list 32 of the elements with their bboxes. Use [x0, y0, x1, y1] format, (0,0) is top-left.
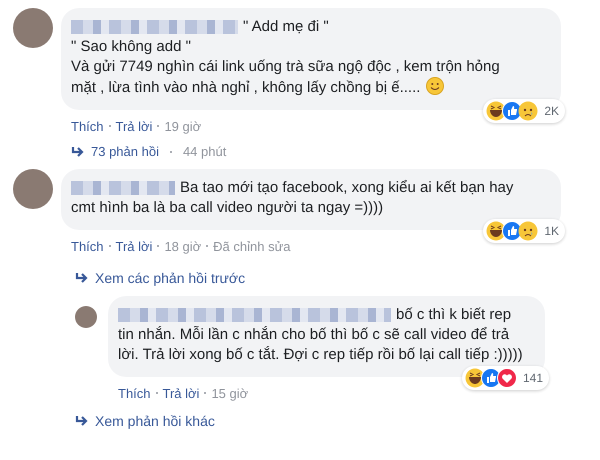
comment-text: " Add mẹ đi "	[71, 17, 527, 37]
sad-emoji-icon	[518, 101, 538, 121]
replies-link[interactable]: 73 phản hồi	[91, 144, 159, 159]
reaction-summary[interactable]: 1K	[483, 219, 565, 243]
comment-text: bố c thì k biết rep tin nhắn. Mỗi lần c nhắn cho bố thì bố c sẽ call video để trả lời. Trả lời xong bố c tắt. Đợi c rep tiếp rồi bố lại call tiếp :)))))	[118, 305, 524, 365]
reply-link[interactable]: Trả lời	[116, 118, 152, 134]
comment-text: Và gửi 7749 nghìn cái link uống trà sữa ngộ độc , kem trộn hỏng mặt , lừa tình vào nhà nghỉ , không lấy chồng bị ế.....	[71, 57, 501, 98]
comment-text: " Sao không add "	[71, 37, 192, 57]
sad-emoji-icon	[518, 221, 538, 241]
avatar-placeholder	[13, 169, 53, 209]
reply-arrow-icon	[75, 272, 89, 284]
replies-time: 44 phút	[182, 144, 226, 159]
laughing-emoji-icon	[464, 368, 485, 388]
reaction-summary[interactable]: 141	[462, 366, 549, 390]
reply-arrow-icon	[75, 415, 89, 427]
comment-time: 15 giờ	[211, 386, 248, 400]
more-replies-link[interactable]: Xem phản hồi khác	[95, 413, 215, 429]
smiley-emoji-icon	[426, 77, 444, 95]
previous-replies-link[interactable]: Xem các phản hồi trước	[95, 270, 246, 286]
edited-label: Đã chỉnh sửa	[213, 238, 291, 254]
avatar-placeholder	[75, 306, 97, 328]
like-link[interactable]: Thích	[71, 238, 104, 254]
reaction-summary[interactable]: 2K	[483, 99, 565, 123]
comment-time: 19 giờ	[164, 118, 202, 134]
avatar-placeholder	[13, 8, 53, 48]
reply-link[interactable]: Trả lời	[162, 386, 200, 400]
comment-time: 18 giờ	[164, 238, 202, 254]
comment-text: Ba tao mới tạo facebook, xong kiểu ai kết bạn hay cmt hình ba là ba call video người ta ngay =))))	[71, 178, 514, 218]
reply-link[interactable]: Trả lời	[116, 238, 152, 254]
like-link[interactable]: Thích	[71, 118, 104, 134]
reply-arrow-icon	[71, 146, 85, 158]
like-link[interactable]: Thích	[118, 386, 151, 400]
